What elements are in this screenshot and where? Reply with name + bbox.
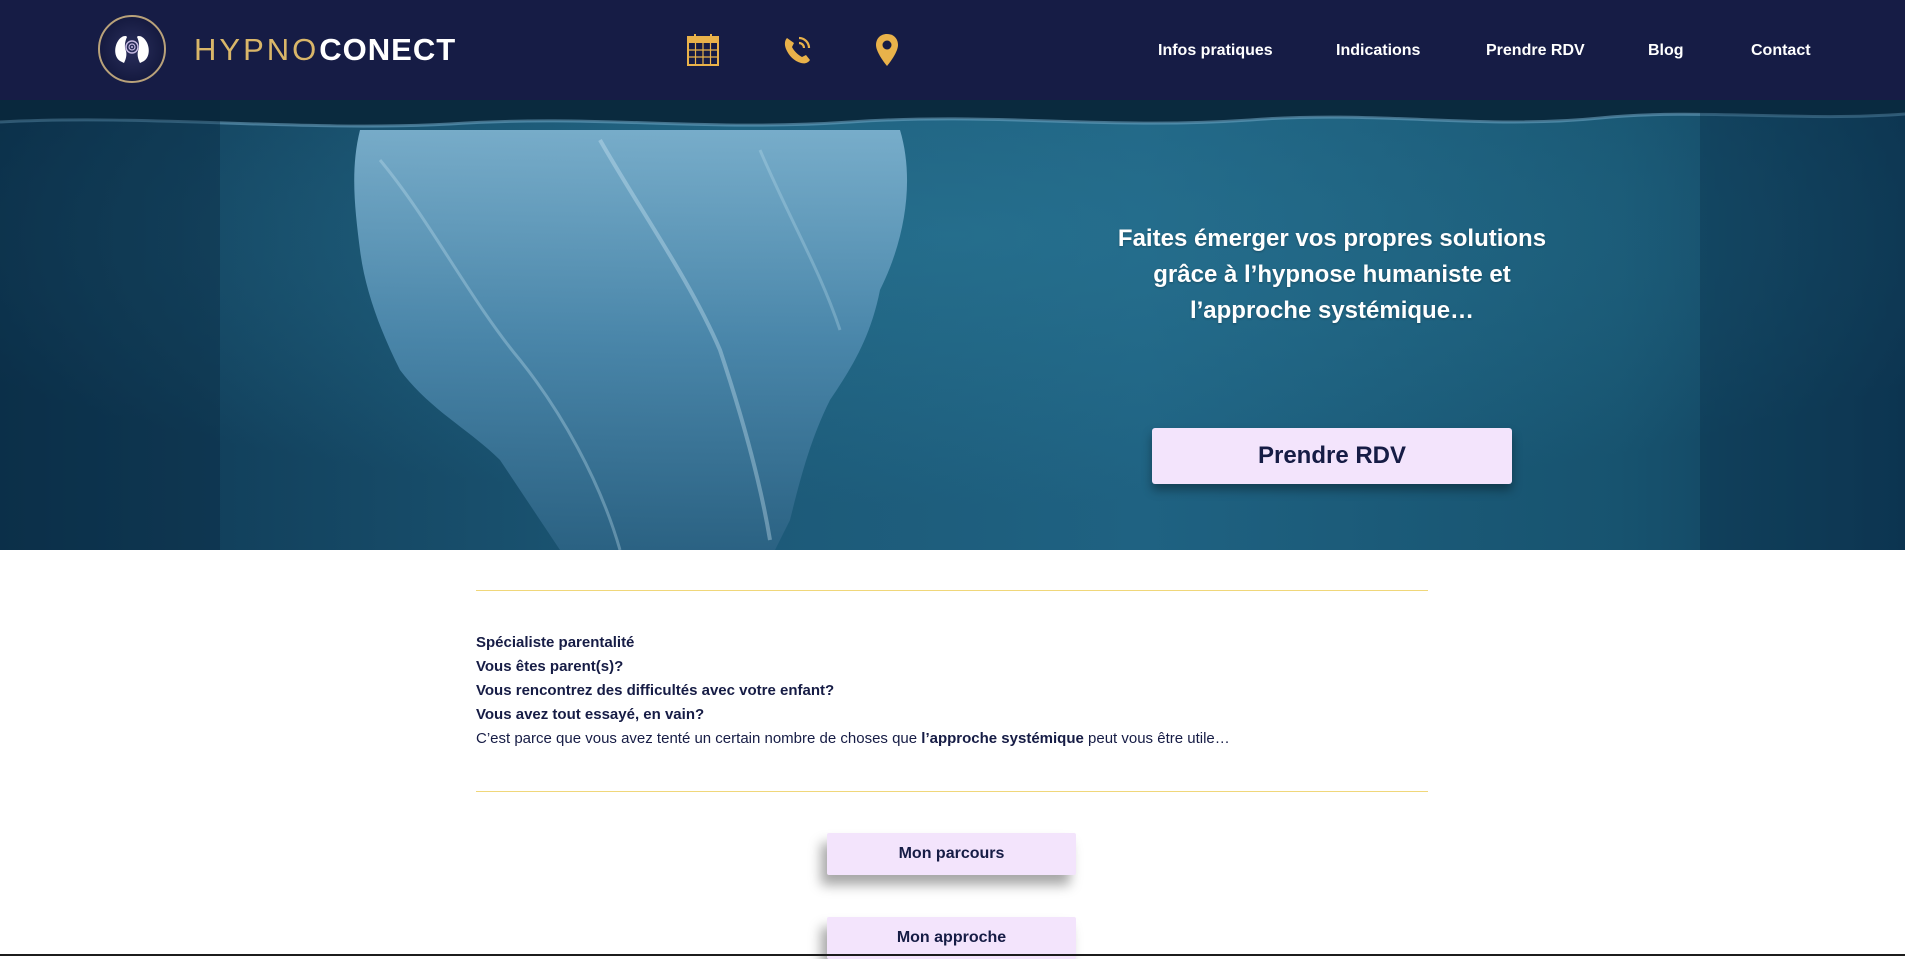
intro-question: Vous êtes parent(s)? [476,658,624,675]
intro-paragraph-text: C’est parce que vous avez tenté un certa… [476,730,922,747]
logo-emblem[interactable] [98,15,166,83]
site-header: HYPNOCONECT Infos pratiques Indications … [0,0,1905,100]
section-divider-bottom [476,791,1428,792]
intro-paragraph: C’est parce que vous avez tenté un certa… [476,727,1428,751]
section-divider-top [476,590,1428,591]
brand-wordmark-light: HYPNO [194,32,320,67]
mon-approche-button[interactable]: Mon approche [827,917,1076,959]
hero-prendre-rdv-button[interactable]: Prendre RDV [1152,428,1512,484]
head-silhouettes-icon [115,36,149,63]
hero-banner: Faites émerger vos propres solutions grâ… [0,100,1905,550]
hero-tagline-line: grâce à l’hypnose humaniste et [1153,261,1511,288]
intro-question: Vous avez tout essayé, en vain? [476,706,705,723]
nav-infos-pratiques[interactable]: Infos pratiques [1158,38,1273,64]
phone-icon[interactable] [777,30,817,70]
nav-contact[interactable]: Contact [1751,38,1811,64]
mon-parcours-button[interactable]: Mon parcours [827,833,1076,875]
intro-paragraph-emphasis: l’approche systémique [921,730,1084,747]
intro-paragraph-text: peut vous être utile… [1083,730,1230,747]
iceberg-underwater-image [0,100,1905,550]
nav-indications[interactable]: Indications [1336,38,1420,64]
hero-tagline-line: l’approche systémique… [1189,297,1475,324]
intro-question: Vous rencontrez des difficultés avec vot… [476,682,835,699]
intro-heading: Spécialiste parentalité [476,634,635,651]
hero-tagline-line: Faites émerger vos propres solutions [1117,225,1547,252]
brand-wordmark[interactable]: HYPNOCONECT [194,30,456,70]
hero-tagline: Faites émerger vos propres solutions grâ… [1102,221,1562,329]
intro-text-block: Spécialiste parentalité Vous êtes parent… [476,631,1428,751]
brand-wordmark-bold: CONECT [319,32,457,67]
calendar-icon[interactable] [683,30,723,70]
nav-prendre-rdv[interactable]: Prendre RDV [1486,38,1585,64]
nav-blog[interactable]: Blog [1648,38,1684,64]
location-pin-icon[interactable] [867,30,907,70]
